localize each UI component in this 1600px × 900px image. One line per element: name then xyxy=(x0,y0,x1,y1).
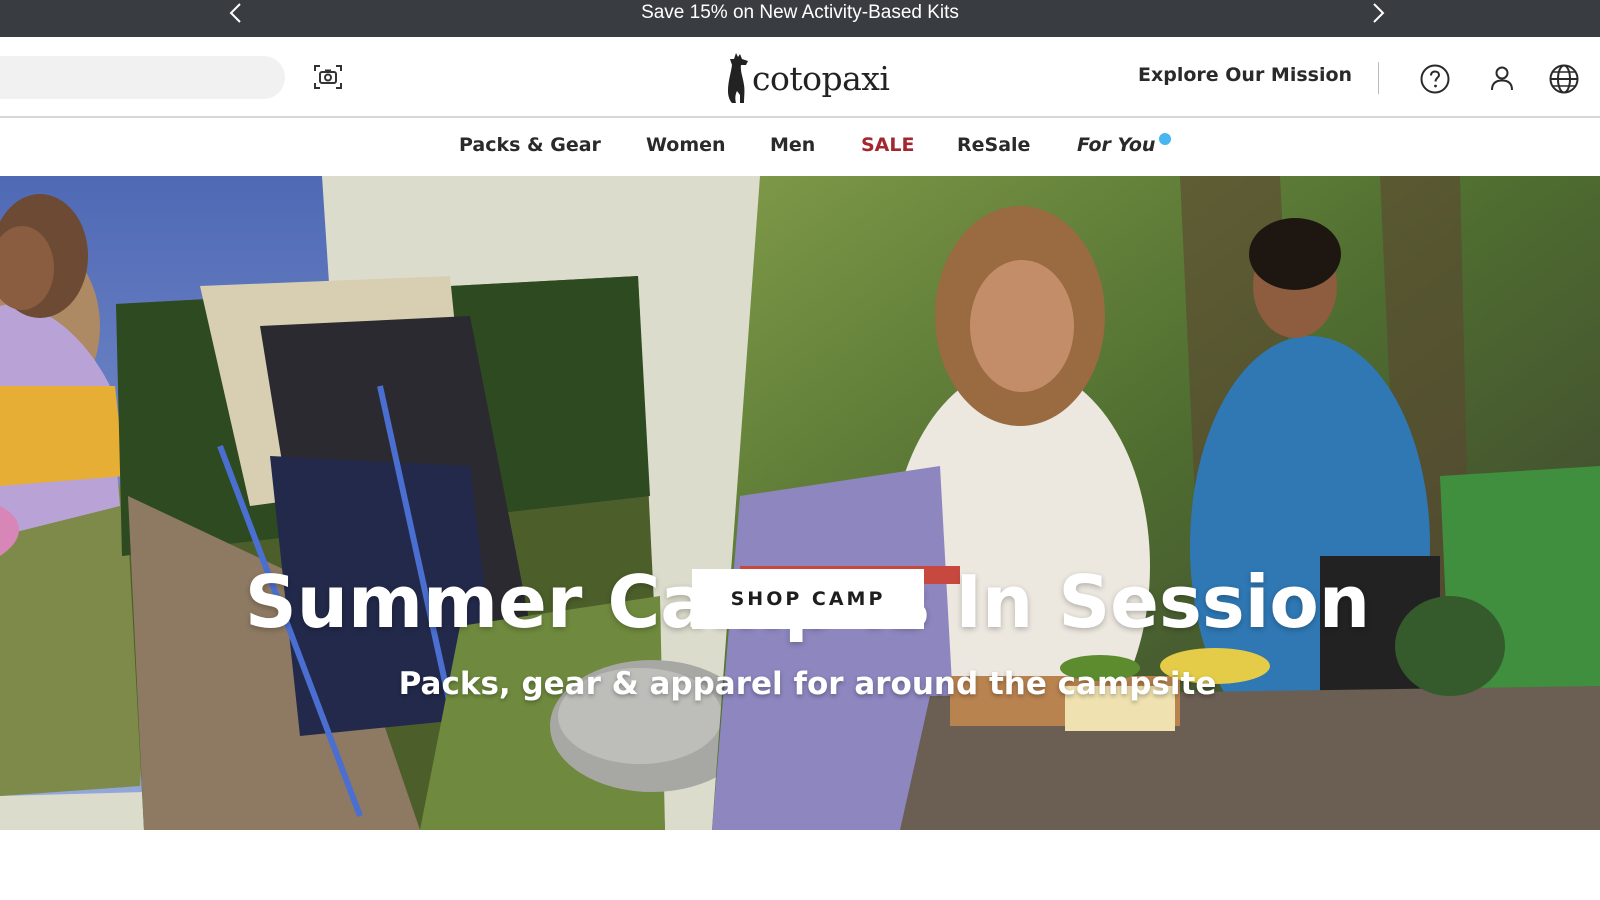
explore-mission-link[interactable]: Explore Our Mission xyxy=(1138,64,1352,86)
llama-icon xyxy=(724,51,752,105)
nav-women[interactable]: Women xyxy=(646,134,726,156)
help-icon[interactable] xyxy=(1419,63,1451,95)
main-nav: Packs & Gear Women Men SALE ReSale For Y… xyxy=(0,120,1600,176)
nav-for-you[interactable]: For You xyxy=(1077,134,1155,156)
search-input[interactable] xyxy=(0,56,285,99)
hero-subtitle: Packs, gear & apparel for around the cam… xyxy=(398,666,1217,702)
account-icon[interactable] xyxy=(1486,63,1518,95)
chevron-right-icon[interactable] xyxy=(1366,2,1388,24)
globe-icon[interactable] xyxy=(1548,63,1580,95)
nav-resale[interactable]: ReSale xyxy=(957,134,1030,156)
nav-sale[interactable]: SALE xyxy=(861,134,914,156)
nav-men[interactable]: Men xyxy=(770,134,815,156)
cotopaxi-logo[interactable]: cotopaxi xyxy=(724,50,890,106)
hero-banner[interactable]: Summer Camp Is In Session Packs, gear & … xyxy=(0,176,1600,830)
camera-search-icon[interactable] xyxy=(311,60,345,94)
site-header: cotopaxi Explore Our Mission xyxy=(0,37,1600,118)
notification-dot xyxy=(1159,133,1171,145)
promo-bar: Save 15% on New Activity-Based Kits xyxy=(0,0,1600,37)
logo-wordmark: cotopaxi xyxy=(752,58,890,98)
nav-packs-gear[interactable]: Packs & Gear xyxy=(459,134,601,156)
promo-text[interactable]: Save 15% on New Activity-Based Kits xyxy=(0,0,1600,25)
hero-image xyxy=(0,176,1600,830)
header-divider xyxy=(1378,62,1379,94)
shop-camp-button[interactable]: SHOP CAMP xyxy=(692,569,924,629)
